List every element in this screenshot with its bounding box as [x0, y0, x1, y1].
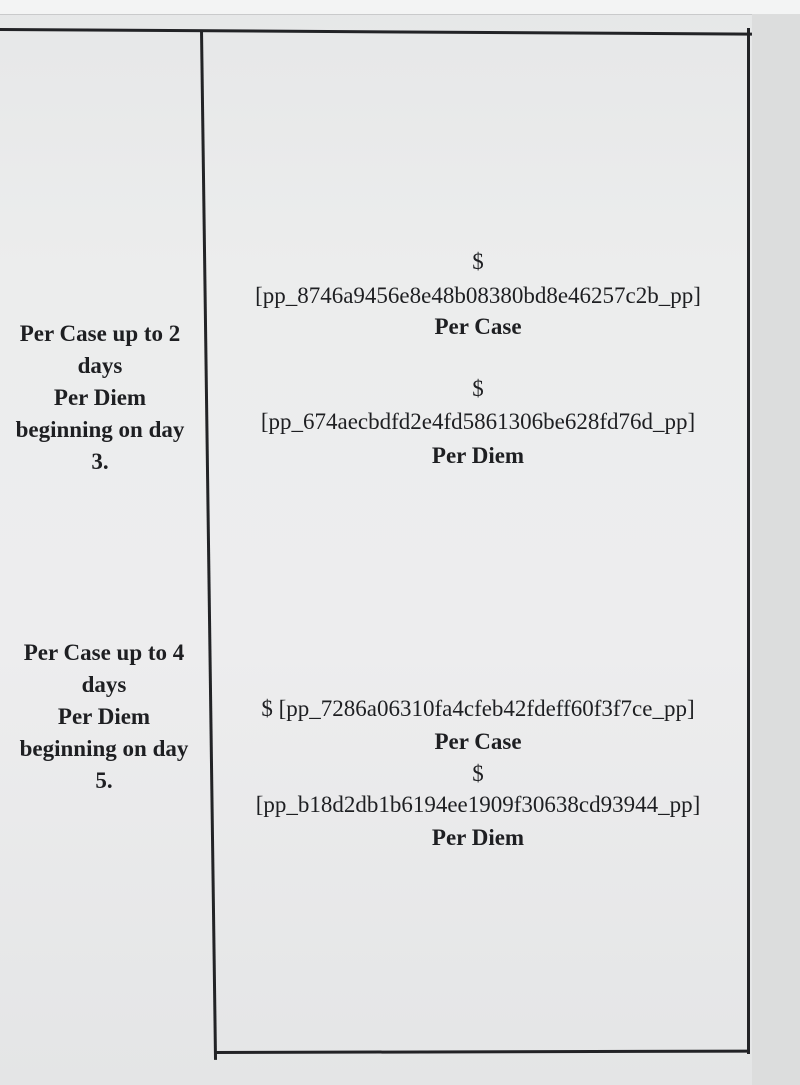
table-right-border: [747, 28, 750, 1054]
rate-unit-label: Per Diem: [431, 443, 525, 468]
duration-cell-row-1: Per Case up to 2 days Per Diem beginning…: [0, 318, 200, 478]
duration-line: days: [77, 353, 123, 378]
table-column-divider: [200, 29, 218, 1060]
rate-currency: $: [472, 249, 484, 274]
duration-line: Per Diem: [53, 385, 147, 410]
duration-line: Per Case up to 2: [19, 321, 181, 346]
rate-unit-label: Per Case: [434, 729, 522, 754]
rate-currency: $: [472, 376, 484, 401]
table-top-border: [0, 28, 752, 36]
duration-line: Per Diem: [57, 704, 151, 729]
rate-currency: $: [472, 761, 484, 786]
duration-line: beginning on day: [19, 736, 189, 761]
duration-line: days: [81, 672, 127, 697]
rate-unit-label: Per Case: [434, 314, 522, 339]
page-right-margin: [752, 14, 800, 1085]
table-bottom-border: [214, 1049, 751, 1054]
duration-cell-row-2: Per Case up to 4 days Per Diem beginning…: [4, 637, 204, 797]
duration-line: Per Case up to 4: [23, 640, 185, 665]
rate-placeholder-code: $ [pp_7286a06310fa4cfeb42fdeff60f3f7ce_p…: [261, 696, 695, 721]
rate-unit-label: Per Diem: [431, 825, 525, 850]
screen-top-edge: [0, 0, 800, 15]
document-page: Per Case up to 2 days Per Diem beginning…: [0, 0, 800, 1085]
duration-line: 3.: [91, 449, 109, 474]
duration-line: beginning on day: [15, 417, 185, 442]
rate-placeholder-code: [pp_b18d2db1b6194ee1909f30638cd93944_pp]: [255, 792, 701, 817]
rate-placeholder-code: [pp_674aecbdfd2e4fd5861306be628fd76d_pp]: [260, 409, 696, 434]
duration-line: 5.: [95, 768, 113, 793]
rate-placeholder-code: [pp_8746a9456e8e48b08380bd8e46257c2b_pp]: [255, 283, 701, 308]
